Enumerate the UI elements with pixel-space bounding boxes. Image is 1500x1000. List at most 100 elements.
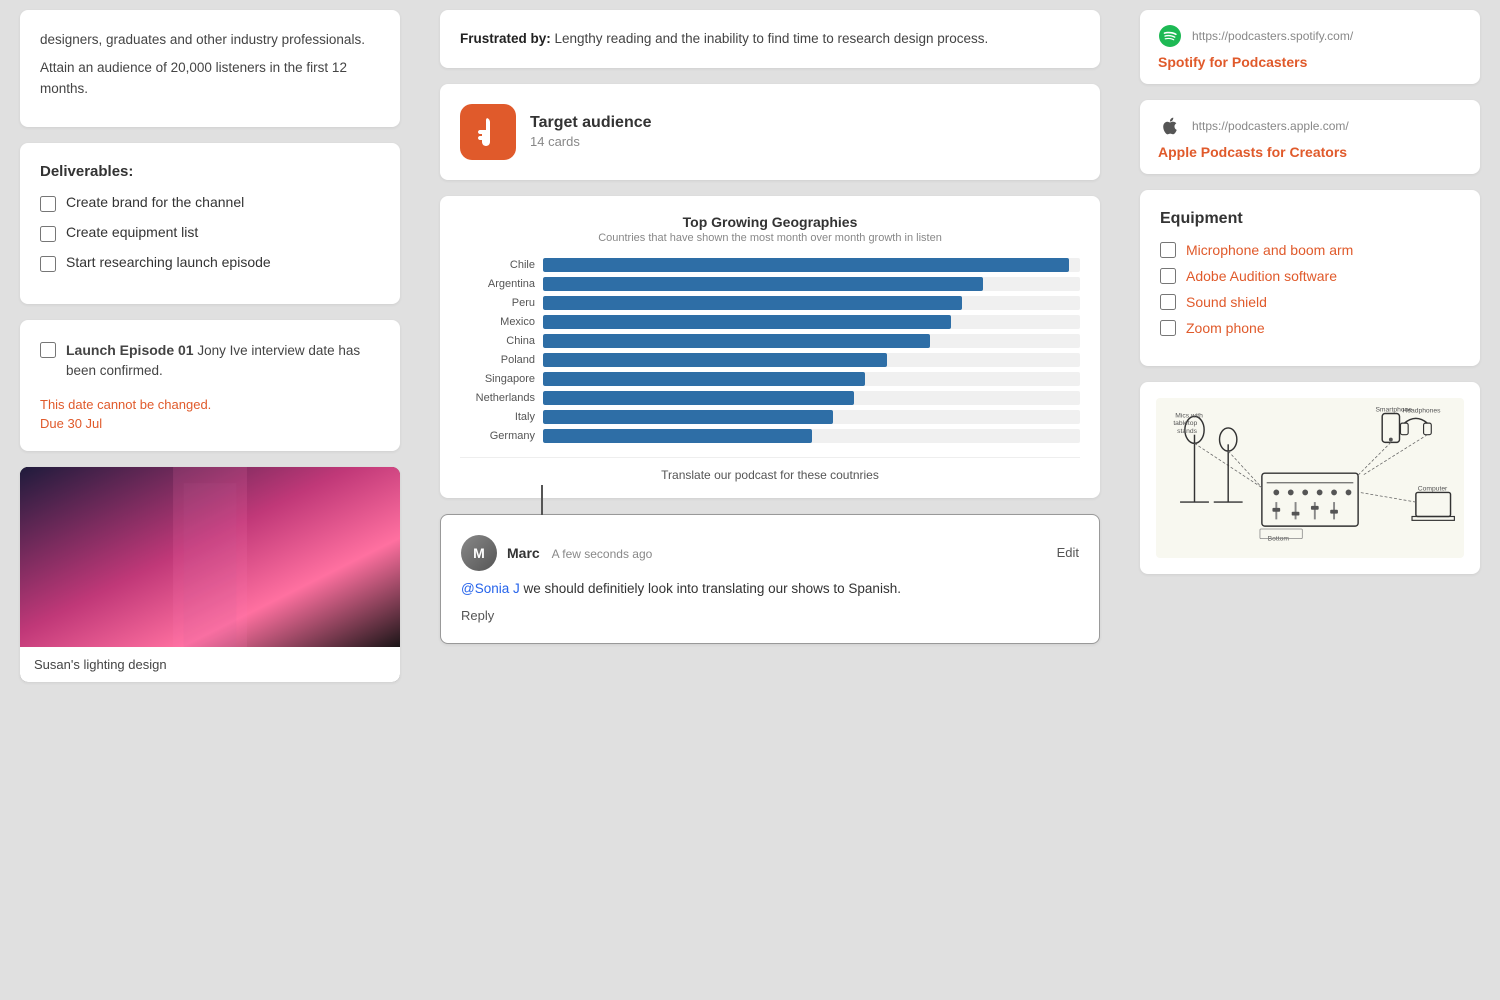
comment-mention[interactable]: @Sonia J <box>461 581 520 596</box>
bar-fill <box>543 334 930 348</box>
frustrated-text: Frustrated by: Lengthy reading and the i… <box>460 28 1080 50</box>
svg-text:tabletop: tabletop <box>1173 420 1197 427</box>
bar-fill <box>543 353 887 367</box>
edit-button[interactable]: Edit <box>1057 545 1079 560</box>
chart-subtitle: Countries that have shown the most month… <box>460 232 1080 244</box>
deliverable-checkbox-1[interactable] <box>40 196 56 212</box>
equipment-link-2[interactable]: Adobe Audition software <box>1186 268 1337 284</box>
bar-label: Argentina <box>460 278 535 290</box>
deliverable-checkbox-3[interactable] <box>40 256 56 272</box>
bar-row: Poland <box>460 353 1080 367</box>
bar-label: Singapore <box>460 373 535 385</box>
audience-text2: Attain an audience of 20,000 listeners i… <box>40 58 380 99</box>
deliverable-label-1: Create brand for the channel <box>66 194 244 210</box>
launch-title: Launch Episode 01 <box>66 342 194 358</box>
bar-label: Chile <box>460 259 535 271</box>
equipment-item-1: Microphone and boom arm <box>1160 242 1460 258</box>
bar-row: Peru <box>460 296 1080 310</box>
comment-meta: Marc A few seconds ago <box>507 545 1047 561</box>
bar-track <box>543 391 1080 405</box>
apple-url: https://podcasters.apple.com/ <box>1192 119 1349 133</box>
bar-label: China <box>460 335 535 347</box>
bar-row: Chile <box>460 258 1080 272</box>
bar-label: Netherlands <box>460 392 535 404</box>
bar-track <box>543 410 1080 424</box>
launch-due: Due 30 Jul <box>40 416 380 431</box>
bar-fill <box>543 258 1069 272</box>
equipment-checkbox-1[interactable] <box>1160 242 1176 258</box>
bar-label: Peru <box>460 297 535 309</box>
bar-row: Argentina <box>460 277 1080 291</box>
bar-fill <box>543 391 854 405</box>
apple-link-card: https://podcasters.apple.com/ Apple Podc… <box>1140 100 1480 174</box>
apple-link[interactable]: Apple Podcasts for Creators <box>1158 144 1347 160</box>
equipment-diagram-svg: Mics with tabletop stands Smartphone Hea… <box>1156 403 1464 553</box>
equipment-checkbox-4[interactable] <box>1160 320 1176 336</box>
bar-fill <box>543 296 962 310</box>
deliverable-label-2: Create equipment list <box>66 224 198 240</box>
svg-text:Bottom: Bottom <box>1268 536 1290 543</box>
hand-icon <box>472 116 504 148</box>
bar-track <box>543 277 1080 291</box>
launch-checkbox-row: Launch Episode 01 Jony Ive interview dat… <box>40 340 380 390</box>
chart-title: Top Growing Geographies <box>460 214 1080 230</box>
equipment-link-3[interactable]: Sound shield <box>1186 294 1267 310</box>
image-label: Susan's lighting design <box>20 647 400 682</box>
equipment-item-4: Zoom phone <box>1160 320 1460 336</box>
equipment-link-1[interactable]: Microphone and boom arm <box>1186 242 1353 258</box>
comment-name: Marc <box>507 545 540 561</box>
middle-column: Frustrated by: Lengthy reading and the i… <box>420 0 1120 1000</box>
equipment-title: Equipment <box>1160 210 1460 228</box>
equipment-checkbox-2[interactable] <box>1160 268 1176 284</box>
chart-annotation: Translate our podcast for these coutnrie… <box>460 457 1080 482</box>
deliverable-label-3: Start researching launch episode <box>66 254 271 270</box>
svg-text:Headphones: Headphones <box>1402 408 1441 415</box>
page-container: designers, graduates and other industry … <box>0 0 1500 1000</box>
bar-track <box>543 258 1080 272</box>
bar-chart: ChileArgentinaPeruMexicoChinaPolandSinga… <box>460 258 1080 443</box>
bar-track <box>543 296 1080 310</box>
right-column: https://podcasters.spotify.com/ Spotify … <box>1120 0 1500 1000</box>
target-icon <box>460 104 516 160</box>
spotify-link[interactable]: Spotify for Podcasters <box>1158 54 1307 70</box>
audience-teaser-card: designers, graduates and other industry … <box>20 10 400 127</box>
chart-card: Top Growing Geographies Countries that h… <box>440 196 1100 498</box>
reply-button[interactable]: Reply <box>461 608 494 623</box>
launch-episode-card: Launch Episode 01 Jony Ive interview dat… <box>20 320 400 452</box>
bar-row: Germany <box>460 429 1080 443</box>
apple-icon <box>1158 114 1182 138</box>
launch-episode-checkbox[interactable] <box>40 342 56 358</box>
bar-track <box>543 429 1080 443</box>
bar-row: Netherlands <box>460 391 1080 405</box>
frustrated-body: Lengthy reading and the inability to fin… <box>551 31 989 46</box>
target-title: Target audience <box>530 114 652 132</box>
svg-text:Computer: Computer <box>1418 486 1448 493</box>
bar-track <box>543 353 1080 367</box>
comment-card: M Marc A few seconds ago Edit @Sonia J w… <box>440 514 1100 644</box>
bar-label: Poland <box>460 354 535 366</box>
target-info: Target audience 14 cards <box>530 114 652 149</box>
bar-fill <box>543 372 865 386</box>
image-placeholder <box>20 467 400 647</box>
target-audience-card[interactable]: Target audience 14 cards <box>440 84 1100 180</box>
comment-body: @Sonia J we should definitiely look into… <box>461 579 1079 599</box>
deliverables-card: Deliverables: Create brand for the chann… <box>20 143 400 304</box>
deliverable-item-1: Create brand for the channel <box>40 194 380 212</box>
audience-text1: designers, graduates and other industry … <box>40 30 380 50</box>
comment-body-text: we should definitiely look into translat… <box>520 581 901 596</box>
bar-track <box>543 372 1080 386</box>
comment-time: A few seconds ago <box>552 547 653 561</box>
equipment-link-4[interactable]: Zoom phone <box>1186 320 1265 336</box>
spotify-link-card: https://podcasters.spotify.com/ Spotify … <box>1140 10 1480 84</box>
equipment-diagram: Mics with tabletop stands Smartphone Hea… <box>1156 398 1464 558</box>
svg-text:stands: stands <box>1177 428 1197 435</box>
equipment-checkbox-3[interactable] <box>1160 294 1176 310</box>
bar-row: China <box>460 334 1080 348</box>
bar-fill <box>543 277 983 291</box>
equipment-item-3: Sound shield <box>1160 294 1460 310</box>
deliverable-item-3: Start researching launch episode <box>40 254 380 272</box>
image-card: Susan's lighting design <box>20 467 400 682</box>
comment-avatar: M <box>461 535 497 571</box>
deliverable-checkbox-2[interactable] <box>40 226 56 242</box>
apple-link-header: https://podcasters.apple.com/ <box>1158 114 1462 138</box>
